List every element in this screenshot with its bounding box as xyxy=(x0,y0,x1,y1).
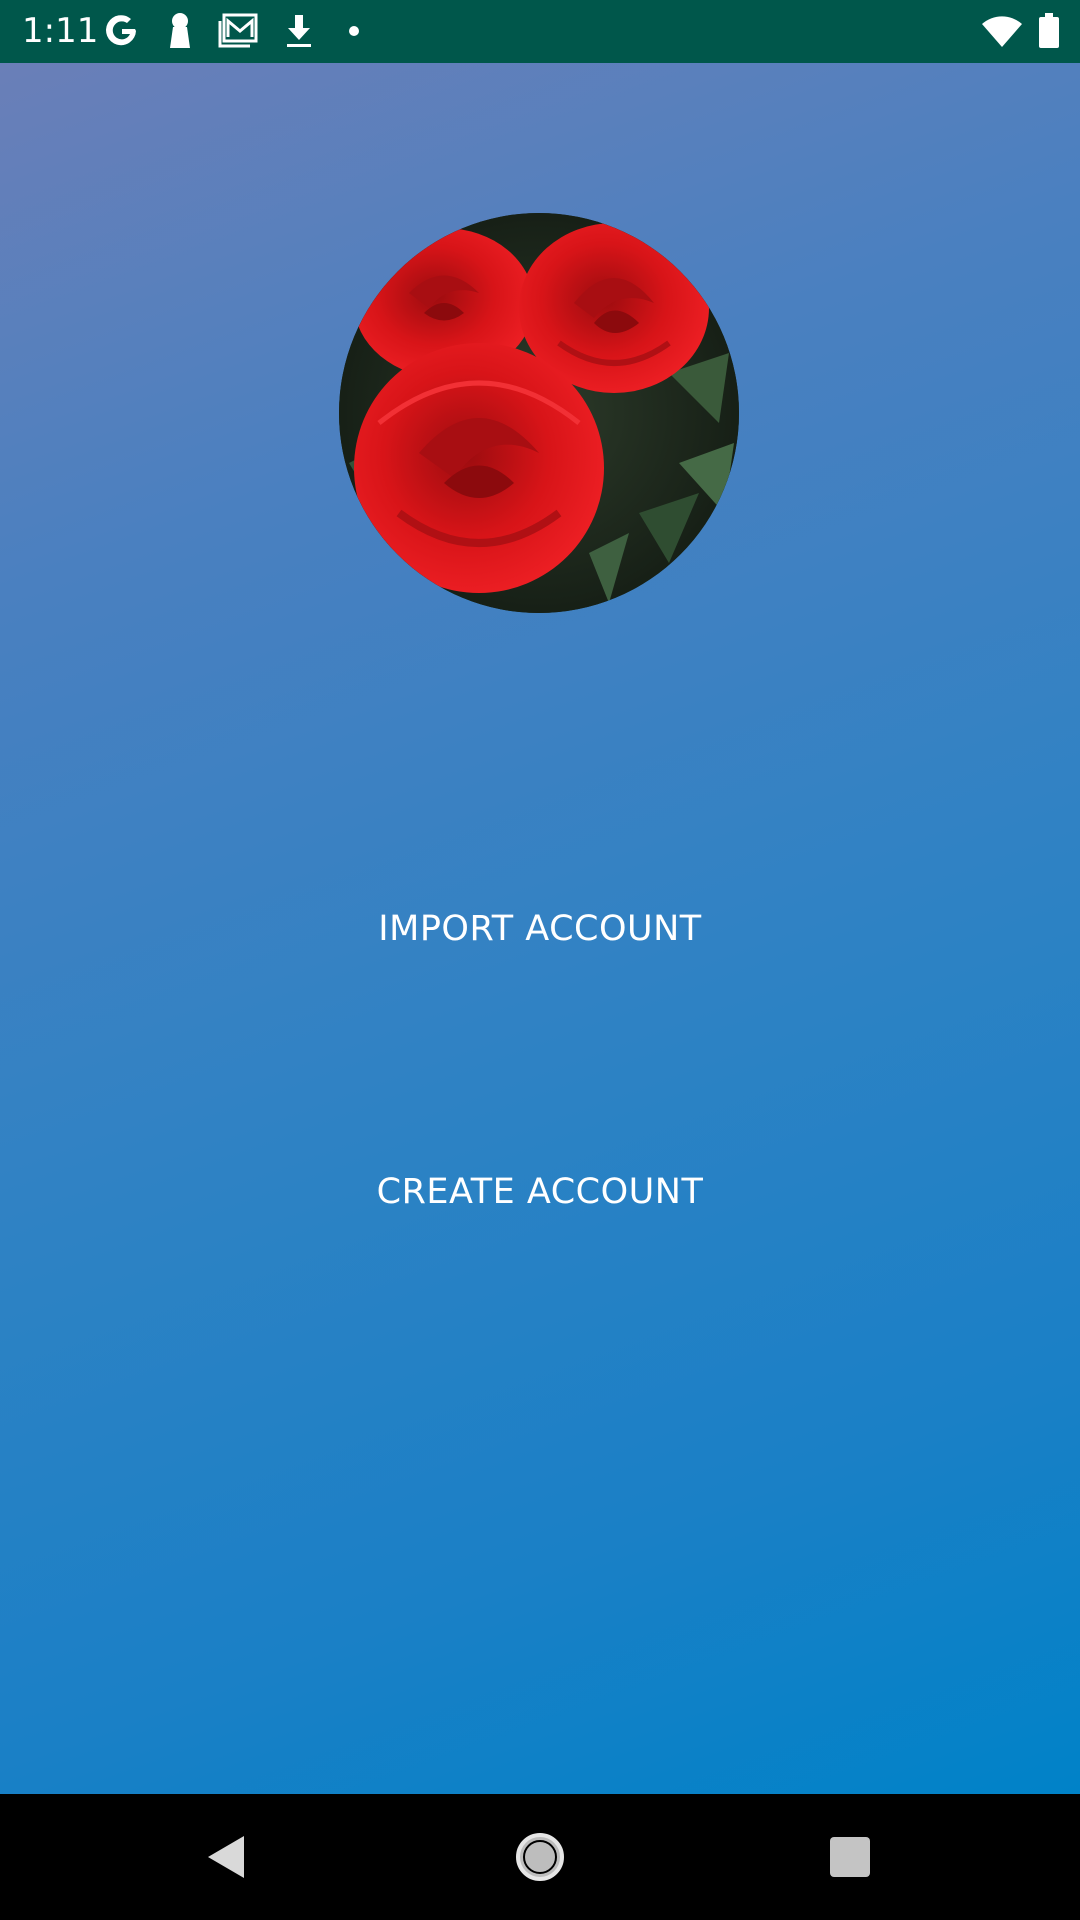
status-bar: 1:11 xyxy=(0,0,1080,63)
main-content: IMPORT ACCOUNT CREATE ACCOUNT xyxy=(0,63,1080,1794)
back-icon[interactable] xyxy=(196,1827,256,1887)
dot-icon xyxy=(346,12,362,50)
download-icon xyxy=(284,12,314,50)
wifi-icon xyxy=(980,12,1024,50)
navigation-bar xyxy=(0,1794,1080,1920)
status-time: 1:11 xyxy=(22,11,99,51)
google-icon xyxy=(102,12,142,50)
mail-icon xyxy=(218,12,258,50)
home-icon[interactable] xyxy=(510,1827,570,1887)
keyhole-icon xyxy=(168,12,192,50)
create-account-button[interactable]: CREATE ACCOUNT xyxy=(240,1137,840,1247)
screen: 1:11 IMPORT ACCOUNT CREATE ACCOUNT xyxy=(0,0,1080,1920)
import-account-button[interactable]: IMPORT ACCOUNT xyxy=(240,874,840,984)
rose-avatar-image xyxy=(339,213,739,613)
battery-icon xyxy=(1036,12,1062,50)
recents-icon[interactable] xyxy=(820,1827,880,1887)
